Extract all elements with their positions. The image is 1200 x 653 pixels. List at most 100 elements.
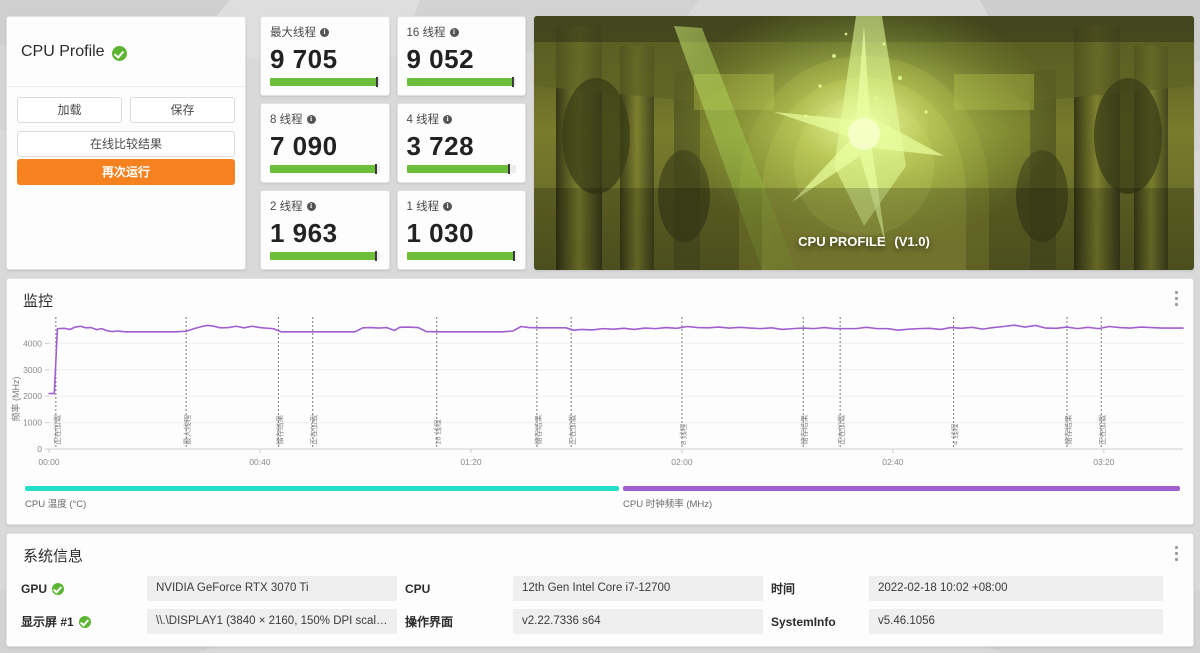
sysinfo-key-label: 时间 (771, 582, 796, 596)
svg-text:16 线程: 16 线程 (433, 419, 443, 445)
score-value: 9 705 (270, 44, 338, 74)
green-check-icon (78, 615, 91, 628)
svg-text:00:40: 00:40 (249, 457, 271, 467)
score-card[interactable]: 最大线程 i 9 705 (260, 16, 390, 96)
system-info-grid: GPU NVIDIA GeForce RTX 3070 Ti CPU 12th … (21, 576, 1163, 634)
system-info-title: 系统信息 (23, 548, 84, 565)
score-value: 1 030 (406, 218, 475, 248)
sysinfo-value-gpu: NVIDIA GeForce RTX 3070 Ti (147, 576, 397, 601)
svg-text:正在加载: 正在加载 (567, 414, 577, 445)
banner-title: CPU PROFILE (798, 234, 886, 249)
score-progress-bar (406, 164, 516, 174)
svg-text:储存结果: 储存结果 (533, 414, 543, 445)
score-progress-bar (270, 251, 380, 261)
svg-text:01:20: 01:20 (460, 457, 482, 467)
score-label-wrap: 16 线程 i (407, 24, 517, 40)
score-card[interactable]: 16 线程 i 9 052 (396, 16, 526, 96)
sysinfo-key-time: 时间 (771, 580, 861, 597)
sysinfo-value-display: \\.\DISPLAY1 (3840 × 2160, 150% DPI scal… (147, 609, 397, 634)
svg-text:1000: 1000 (23, 418, 42, 428)
save-button[interactable]: 保存 (130, 97, 235, 123)
svg-text:正在加载: 正在加载 (309, 414, 319, 445)
compare-online-button[interactable]: 在线比较结果 (17, 131, 235, 157)
score-value: 3 728 (406, 131, 475, 161)
score-label: 8 线程 (270, 114, 303, 126)
cpu-profile-actions: 加载 保存 在线比较结果 再次运行 (7, 87, 245, 185)
sysinfo-key-label: CPU (405, 581, 431, 596)
monitoring-panel: 监控 0 1000 2000 3000 4000 正在加载 最大线程 储存结果 正在加载 16 … (6, 278, 1194, 525)
svg-text:最大线程: 最大线程 (182, 414, 192, 445)
info-icon[interactable]: i (443, 114, 453, 124)
banner-version: (V1.0) (894, 234, 930, 249)
kebab-menu-icon[interactable] (1169, 291, 1183, 309)
info-icon[interactable]: i (449, 27, 459, 37)
sysinfo-key-ui: 操作界面 (405, 613, 505, 630)
sysinfo-value-cpu: 12th Gen Intel Core i7-12700 (513, 576, 763, 601)
svg-text:00:00: 00:00 (38, 457, 60, 467)
monitoring-title: 监控 (23, 293, 54, 310)
score-label-wrap: 4 线程 i (407, 111, 517, 127)
info-icon[interactable]: i (320, 27, 329, 37)
score-label-wrap: 8 线程 i (270, 111, 380, 127)
info-icon[interactable]: i (443, 201, 453, 211)
chart-svg: 0 1000 2000 3000 4000 正在加载 最大线程 储存结果 正在加载 16 线程 储… (10, 317, 1184, 467)
score-value: 7 090 (270, 131, 338, 161)
score-card[interactable]: 1 线程 i 1 030 (396, 190, 526, 270)
svg-text:4000: 4000 (23, 338, 42, 348)
score-progress-bar (270, 77, 380, 87)
svg-text:4 线程: 4 线程 (950, 423, 960, 445)
chart-y-axis-label: 频率 (MHz) (10, 377, 21, 422)
score-label: 最大线程 (270, 27, 316, 39)
score-progress-bar (406, 251, 516, 261)
svg-text:储存结果: 储存结果 (1063, 414, 1073, 445)
sysinfo-key-display: 显示屏 #1 (21, 613, 139, 630)
svg-text:03:20: 03:20 (1093, 457, 1115, 467)
legend-label-clock: CPU 时钟频率 (MHz) (623, 499, 713, 510)
svg-text:3000: 3000 (23, 365, 42, 375)
banner-title-wrap: CPU PROFILE (V1.0) (534, 220, 1194, 254)
score-label-wrap: 1 线程 i (407, 198, 517, 214)
sysinfo-value-ui: v2.22.7336 s64 (513, 609, 763, 634)
score-card[interactable]: 8 线程 i 7 090 (260, 103, 390, 183)
svg-text:正在加载: 正在加载 (52, 414, 62, 445)
score-label: 16 线程 (406, 27, 446, 39)
svg-text:02:40: 02:40 (882, 457, 904, 467)
legend-bar-clock (623, 486, 1180, 491)
load-save-row: 加载 保存 (17, 97, 235, 123)
load-button[interactable]: 加载 (17, 97, 122, 123)
svg-text:02:00: 02:00 (671, 457, 693, 467)
legend-label-temperature: CPU 温度 (°C) (25, 499, 87, 510)
score-grid: 最大线程 i 9 705 16 线程 i 9 052 8 线程 i 7 090 (260, 16, 526, 270)
info-icon[interactable]: i (306, 201, 316, 211)
sysinfo-key-gpu: GPU (21, 582, 139, 596)
chart-x-axis: 00:00 00:40 01:20 02:00 02:40 03:20 (38, 448, 1183, 467)
score-card[interactable]: 4 线程 i 3 728 (396, 103, 526, 183)
cpu-profile-card: CPU Profile 加载 保存 在线比较结果 再次运行 (6, 16, 246, 270)
page-title: CPU Profile (21, 42, 105, 60)
score-label-wrap: 最大线程 i (270, 24, 380, 40)
score-progress-bar (270, 164, 380, 174)
svg-text:8 线程: 8 线程 (678, 423, 688, 445)
score-card[interactable]: 2 线程 i 1 963 (260, 190, 390, 270)
svg-text:2000: 2000 (23, 391, 42, 401)
sysinfo-key-label: SystemInfo (771, 614, 836, 629)
chart-gridlines (49, 342, 1183, 450)
chart-series-lines (48, 324, 1184, 395)
svg-text:储存结果: 储存结果 (274, 414, 284, 445)
sysinfo-key-cpu: CPU (405, 582, 505, 596)
green-check-icon (111, 46, 127, 61)
score-progress-bar (406, 77, 516, 87)
system-info-panel: 系统信息 GPU NVIDIA GeForce RTX 3070 Ti CPU … (6, 533, 1194, 647)
kebab-menu-icon[interactable] (1169, 546, 1183, 564)
sysinfo-value-systeminfo: v5.46.1056 (869, 609, 1163, 634)
monitoring-chart[interactable]: 0 1000 2000 3000 4000 正在加载 最大线程 储存结果 正在加载 16 线程 储… (7, 313, 1195, 485)
chart-legend: CPU 温度 (°C) CPU 时钟频率 (MHz) (25, 486, 1180, 510)
score-label-wrap: 2 线程 i (270, 198, 380, 214)
score-label: 1 线程 (406, 201, 440, 213)
run-again-button[interactable]: 再次运行 (17, 159, 235, 185)
sysinfo-key-label: 操作界面 (405, 615, 454, 629)
info-icon[interactable]: i (306, 114, 316, 124)
cpu-profile-banner: CPU PROFILE (V1.0) (534, 16, 1194, 270)
chart-y-axis: 0 1000 2000 3000 4000 (23, 338, 49, 454)
svg-text:储存结果: 储存结果 (799, 414, 809, 445)
